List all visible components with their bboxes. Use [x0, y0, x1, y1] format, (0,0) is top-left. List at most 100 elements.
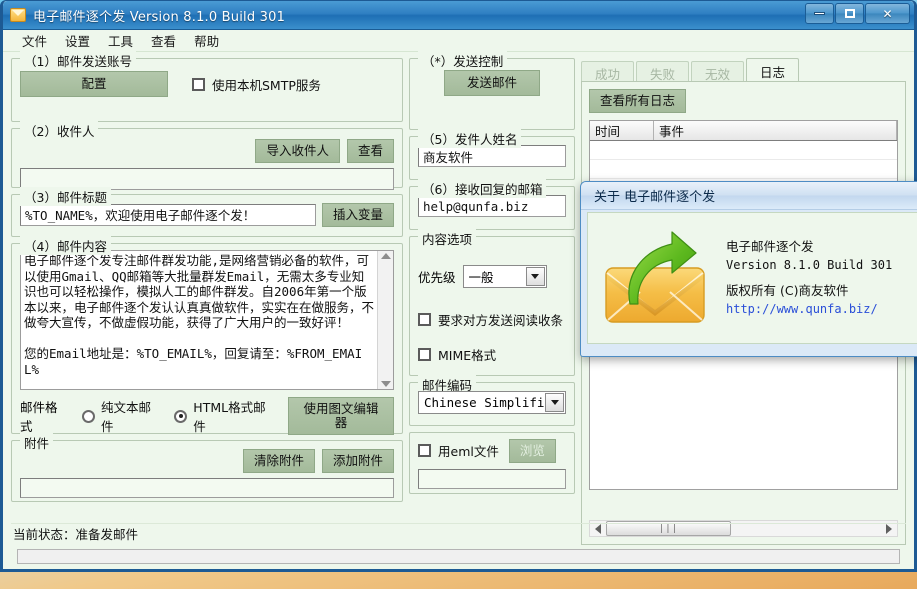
- window-controls: ✕: [805, 3, 910, 24]
- envelope-with-green-arrow-icon: [600, 226, 710, 330]
- about-app-name: 电子邮件逐个发: [726, 239, 814, 255]
- group-subject-title: （3）邮件标题: [20, 187, 111, 206]
- progress-bar: [17, 549, 900, 564]
- minimize-button[interactable]: [805, 3, 834, 24]
- view-recipients-button[interactable]: 查看: [346, 139, 394, 163]
- reply-email-input[interactable]: help@qunfa.biz: [418, 195, 566, 217]
- tab-log[interactable]: 日志: [746, 58, 800, 82]
- browse-eml-button[interactable]: 浏览: [508, 439, 556, 463]
- maximize-icon: [844, 9, 855, 18]
- use-local-smtp-label: 使用本机SMTP服务: [212, 77, 321, 93]
- rich-editor-button[interactable]: 使用图文编辑器: [287, 397, 394, 435]
- scroll-up-icon[interactable]: [380, 253, 391, 259]
- group-eml: 用eml文件 浏览: [409, 432, 575, 494]
- read-receipt-label: 要求对方发送阅读收条: [438, 313, 564, 328]
- group-content: （4）邮件内容 电子邮件逐个发专注邮件群发功能,是网络营销必备的软件，可以使用G…: [11, 236, 403, 435]
- content-vertical-scrollbar[interactable]: [377, 251, 393, 389]
- table-row[interactable]: [590, 141, 897, 160]
- left-column: （1）邮件发送账号 配置 使用本机SMTP服务 （2）收件人 导入收件人 查看 …: [11, 51, 403, 548]
- checkbox-icon: [418, 313, 431, 326]
- window-titlebar: 电子邮件逐个发 Version 8.1.0 Build 301 ✕: [3, 1, 914, 30]
- about-icon-svg: [605, 231, 705, 323]
- about-dialog: 关于 电子邮件逐个发 电子邮件逐个发 Version 8.1.0 Build 3…: [580, 181, 917, 357]
- group-recipients: （2）收件人 导入收件人 查看: [11, 121, 403, 190]
- chevron-down-icon[interactable]: [545, 393, 564, 412]
- mail-format-label: 邮件格式: [20, 400, 58, 434]
- menubar: 文件 设置 工具 查看 帮助: [3, 30, 914, 52]
- radio-plain-text[interactable]: 纯文本邮件: [82, 397, 160, 435]
- group-send-account-title: （1）邮件发送账号: [20, 51, 136, 70]
- close-button[interactable]: ✕: [865, 3, 910, 24]
- tab-failed[interactable]: 失败: [636, 61, 690, 82]
- tab-invalid[interactable]: 无效: [691, 61, 745, 82]
- radio-html-format[interactable]: HTML格式邮件: [174, 397, 274, 435]
- radio-selected-icon: [174, 409, 188, 423]
- table-row[interactable]: [590, 160, 897, 179]
- mime-format-label: MIME格式: [438, 348, 497, 363]
- about-text-block: 电子邮件逐个发 Version 8.1.0 Build 301 版权所有 (C)…: [726, 237, 892, 319]
- encoding-select[interactable]: Chinese Simplified (G: [418, 391, 566, 414]
- group-send-control: （*）发送控制 发送邮件: [409, 51, 575, 130]
- about-website-link[interactable]: http://www.qunfa.biz/: [726, 300, 892, 319]
- eml-path-input[interactable]: [418, 468, 566, 489]
- content-editor[interactable]: 电子邮件逐个发专注邮件群发功能,是网络营销必备的软件，可以使用Gmail、QQ邮…: [20, 250, 394, 390]
- log-column-event[interactable]: 事件: [654, 120, 897, 140]
- import-recipients-button[interactable]: 导入收件人: [255, 139, 340, 163]
- window-title: 电子邮件逐个发 Version 8.1.0 Build 301: [33, 9, 286, 25]
- add-attachment-button[interactable]: 添加附件: [321, 449, 394, 473]
- clear-attachment-button[interactable]: 清除附件: [242, 449, 315, 473]
- attachment-input[interactable]: [20, 477, 394, 498]
- group-attachment: 附件 清除附件 添加附件: [11, 433, 403, 502]
- subject-input[interactable]: %TO_NAME%，欢迎使用电子邮件逐个发！: [20, 203, 316, 226]
- mime-format-checkbox[interactable]: MIME格式: [418, 345, 566, 364]
- menu-settings[interactable]: 设置: [56, 29, 99, 52]
- use-local-smtp-checkbox[interactable]: 使用本机SMTP服务: [192, 75, 321, 94]
- group-send-control-title: （*）发送控制: [418, 51, 508, 70]
- priority-value: 一般: [468, 270, 494, 285]
- chevron-down-icon[interactable]: [525, 267, 545, 286]
- group-sender-name-title: （5）发件人姓名: [418, 129, 522, 148]
- maximize-button[interactable]: [835, 3, 864, 24]
- use-eml-label: 用eml文件: [438, 444, 499, 460]
- send-mail-button[interactable]: 发送邮件: [444, 70, 540, 96]
- middle-column: （*）发送控制 发送邮件 （5）发件人姓名 商友软件 （6）接收回复的邮箱 he…: [409, 51, 575, 548]
- configure-button[interactable]: 配置: [20, 71, 168, 97]
- group-recipients-title: （2）收件人: [20, 121, 99, 140]
- group-send-account: （1）邮件发送账号 配置 使用本机SMTP服务: [11, 51, 403, 122]
- radio-html-format-label: HTML格式邮件: [193, 400, 266, 434]
- content-text[interactable]: 电子邮件逐个发专注邮件群发功能,是网络营销必备的软件，可以使用Gmail、QQ邮…: [21, 251, 377, 389]
- about-dialog-title: 关于 电子邮件逐个发: [594, 190, 716, 205]
- group-content-options-title: 内容选项: [418, 229, 477, 248]
- group-encoding: 邮件编码 Chinese Simplified (G: [409, 375, 575, 426]
- priority-select[interactable]: 一般: [462, 265, 547, 288]
- insert-variable-button[interactable]: 插入变量: [321, 203, 394, 227]
- about-copyright: 版权所有 (C)商友软件: [726, 283, 849, 298]
- menu-tools[interactable]: 工具: [99, 29, 142, 52]
- about-dialog-body: 电子邮件逐个发 Version 8.1.0 Build 301 版权所有 (C)…: [587, 212, 917, 344]
- priority-label: 优先级: [418, 270, 456, 285]
- menu-file[interactable]: 文件: [13, 29, 56, 52]
- tab-success[interactable]: 成功: [581, 61, 635, 82]
- use-eml-checkbox[interactable]: 用eml文件: [418, 441, 499, 460]
- log-table-header: 时间 事件: [590, 120, 897, 141]
- envelope-icon: [10, 8, 26, 22]
- group-reply-email-title: （6）接收回复的邮箱: [418, 179, 547, 198]
- about-dialog-titlebar: 关于 电子邮件逐个发: [581, 182, 917, 210]
- view-all-logs-button[interactable]: 查看所有日志: [589, 89, 687, 113]
- sender-name-input[interactable]: 商友软件: [418, 145, 566, 167]
- radio-plain-text-label: 纯文本邮件: [101, 400, 152, 434]
- about-version: Version 8.1.0 Build 301: [726, 258, 893, 273]
- group-subject: （3）邮件标题 %TO_NAME%，欢迎使用电子邮件逐个发！ 插入变量: [11, 187, 403, 237]
- menu-view[interactable]: 查看: [142, 29, 185, 52]
- checkbox-icon: [418, 348, 431, 361]
- scroll-down-icon[interactable]: [380, 381, 391, 387]
- status-bar: 当前状态：准备发邮件: [11, 523, 906, 543]
- log-column-time[interactable]: 时间: [590, 120, 654, 140]
- read-receipt-checkbox[interactable]: 要求对方发送阅读收条: [418, 310, 566, 329]
- group-reply-email: （6）接收回复的邮箱 help@qunfa.biz: [409, 179, 575, 230]
- menu-help[interactable]: 帮助: [185, 29, 228, 52]
- checkbox-icon: [192, 77, 205, 91]
- group-content-options: 内容选项 优先级 一般 要求对方发送阅读收条 MIME格式: [409, 229, 575, 376]
- checkbox-icon: [418, 444, 431, 458]
- group-sender-name: （5）发件人姓名 商友软件: [409, 129, 575, 180]
